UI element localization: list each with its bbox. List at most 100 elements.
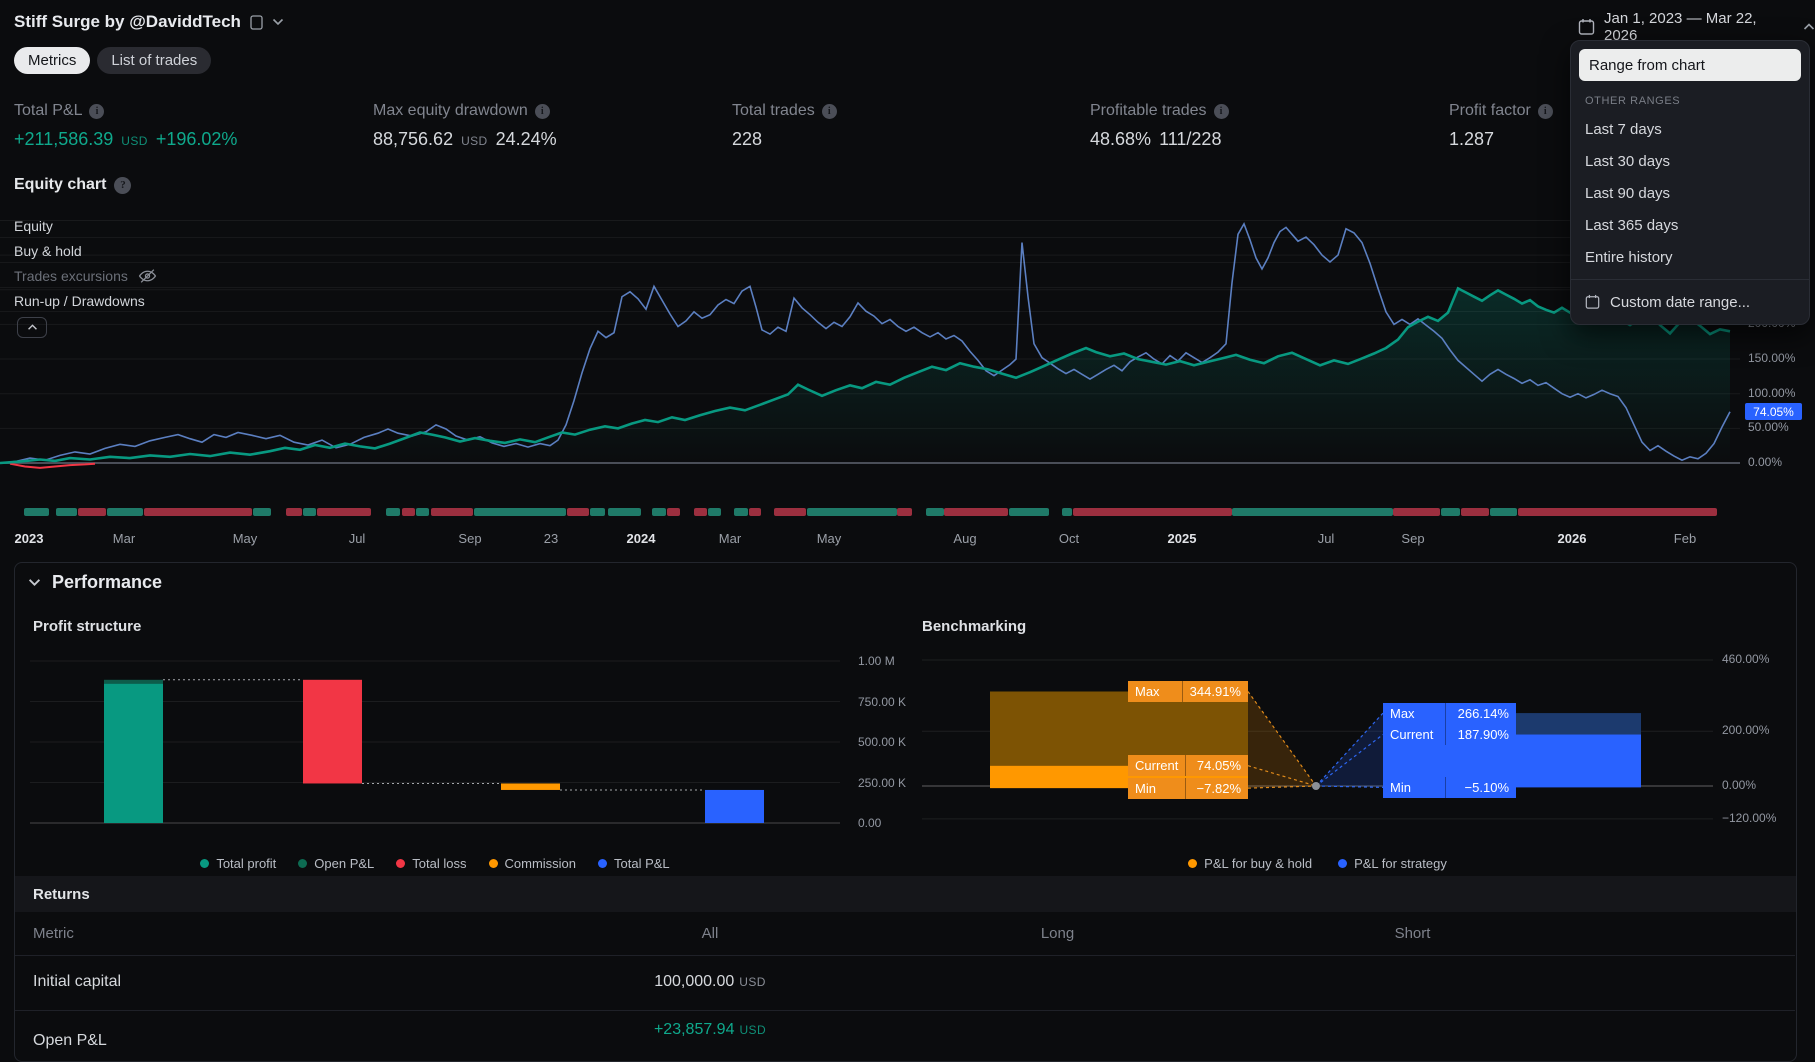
y-axis-label: 100.00%	[1748, 385, 1796, 400]
y-axis-label: 1.00 M	[858, 654, 895, 668]
metric-label: Total trades	[732, 102, 815, 119]
legend-item-trades-excursions[interactable]: Trades excursions	[14, 263, 157, 288]
chevron-down-icon	[272, 18, 284, 26]
legend-dot	[396, 859, 406, 868]
badge-label: Max	[1390, 705, 1415, 721]
y-axis-label: 0.00%	[1722, 778, 1757, 792]
win-segment	[24, 508, 49, 516]
legend-item-equity[interactable]: Equity	[14, 213, 157, 238]
badge-label: Current	[1390, 727, 1434, 742]
menu-item-range-from-chart[interactable]: Range from chart	[1579, 49, 1801, 81]
x-axis-label: 23	[543, 531, 559, 546]
page-title: Stiff Surge by @DaviddTech	[14, 12, 241, 31]
y-axis-label: 150.00%	[1748, 351, 1796, 366]
badge-value: −7.82%	[1185, 777, 1248, 799]
legend-item-runup-drawdowns[interactable]: Run-up / Drawdowns	[14, 288, 157, 313]
collapse-chart-button[interactable]	[17, 317, 47, 338]
win-segment	[926, 508, 944, 516]
strategy-title-row[interactable]: Stiff Surge by @DaviddTech	[14, 12, 284, 32]
performance-header[interactable]: Performance	[28, 572, 162, 593]
x-axis-label: May	[816, 531, 842, 546]
metric-label: Max equity drawdown	[373, 102, 528, 119]
info-icon: i	[1537, 103, 1553, 119]
badge-value: 187.90%	[1445, 724, 1516, 745]
menu-section-label: OTHER RANGES	[1585, 95, 1681, 107]
legend-label: P&L for buy & hold	[1204, 856, 1313, 871]
legend-dot	[1338, 859, 1348, 868]
row-value-all: 100,000.00 USD	[545, 973, 875, 991]
legend-label: Commission	[504, 856, 577, 871]
x-axis-label: Jul	[348, 531, 366, 546]
buy-hold-current-badge: 74.05%	[1745, 403, 1802, 421]
trade-results-strip	[0, 508, 1740, 516]
date-range-control[interactable]: Jan 1, 2023 — Mar 22, 2026	[1578, 10, 1815, 44]
win-segment	[107, 508, 143, 516]
legend-dot	[488, 859, 498, 868]
badge-label: Min	[1390, 779, 1411, 795]
badge-value: 266.14%	[1445, 702, 1516, 724]
metric-extra: +196.02%	[155, 129, 238, 149]
win-segment	[1490, 508, 1517, 516]
column-header-short: Short	[1394, 925, 1431, 942]
tab-metrics[interactable]: Metrics	[14, 47, 91, 74]
benchmarking-title: Benchmarking	[922, 618, 1027, 635]
returns-title: Returns	[33, 885, 90, 903]
win-segment	[590, 508, 605, 516]
menu-item-entire-history[interactable]: Entire history	[1571, 241, 1809, 273]
range-badge: Min −7.82%	[1128, 777, 1248, 799]
win-segment	[303, 508, 316, 516]
info-icon: i	[821, 103, 837, 119]
loss-segment	[402, 508, 415, 516]
metric-value: 1.287	[1449, 129, 1495, 149]
equity-chart-canvas[interactable]	[0, 180, 1740, 505]
strategy-tester-page: { "header": { "title": "Stiff Surge by @…	[0, 0, 1815, 1062]
metric-total-pnl: Total P&L i +211,586.39 USD +196.02%	[14, 102, 237, 150]
legend-dot	[598, 859, 608, 868]
tab-list-of-trades[interactable]: List of trades	[97, 47, 212, 74]
chevron-down-icon	[28, 579, 41, 586]
win-segment	[652, 508, 666, 516]
currency-suffix: USD	[121, 134, 148, 148]
row-label: Initial capital	[33, 973, 122, 990]
divider	[15, 1010, 1795, 1011]
loss-segment	[1393, 508, 1440, 516]
y-axis-label: 750.00 K	[858, 694, 907, 709]
metric-value: +211,586.39	[14, 129, 114, 149]
currency-suffix: USD	[739, 1023, 767, 1037]
loss-segment	[897, 508, 912, 516]
legend-item: Open P&L	[298, 856, 374, 871]
legend-item: Total profit	[200, 856, 276, 871]
menu-item-label: Custom date range...	[1610, 293, 1751, 311]
x-axis-label: May	[232, 531, 258, 546]
menu-item-last-7-days[interactable]: Last 7 days	[1571, 113, 1809, 145]
loss-segment	[286, 508, 302, 516]
view-tabs: Metrics List of trades	[14, 47, 212, 74]
legend-item-buy-hold[interactable]: Buy & hold	[14, 238, 157, 263]
amount: 100,000.00	[654, 973, 735, 990]
legend-dot	[298, 859, 308, 868]
divider	[0, 311, 1740, 312]
y-axis-label: 500.00 K	[858, 735, 907, 749]
metric-label: Profit factor	[1449, 102, 1531, 119]
loss-segment	[431, 508, 473, 516]
menu-items: Last 7 days Last 30 days Last 90 days Last …	[1571, 113, 1809, 273]
menu-item-last-90-days[interactable]: Last 90 days	[1571, 177, 1809, 209]
menu-item-last-30-days[interactable]: Last 30 days	[1571, 145, 1809, 177]
menu-item-last-365-days[interactable]: Last 365 days	[1571, 209, 1809, 241]
eye-off-icon[interactable]	[138, 268, 157, 284]
badge-label: Min	[1135, 780, 1156, 796]
win-segment	[807, 508, 897, 516]
y-axis-label: −120.00%	[1722, 810, 1777, 825]
amount: +23,857.94	[653, 1021, 735, 1038]
profit-structure-title: Profit structure	[33, 618, 142, 635]
menu-item-custom-date-range[interactable]: Custom date range...	[1571, 286, 1809, 318]
range-badge: Min −5.10%	[1383, 776, 1516, 798]
win-segment	[474, 508, 566, 516]
loss-segment	[78, 508, 106, 516]
metric-label: Total P&L	[14, 102, 83, 119]
info-icon: i	[89, 103, 105, 119]
loss-segment	[694, 508, 707, 516]
badge-value: 74.05%	[1185, 755, 1248, 777]
metric-value: 228	[732, 129, 763, 149]
legend-item: Total loss	[396, 856, 467, 871]
